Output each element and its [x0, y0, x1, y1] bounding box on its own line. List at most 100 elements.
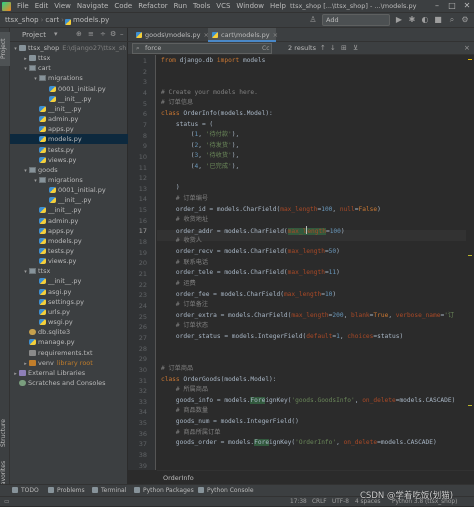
tree-item[interactable]: ▸ ttsx — [10, 53, 128, 63]
locate-icon[interactable]: ⊕ — [76, 30, 82, 38]
tree-item[interactable]: __init__.py — [10, 195, 128, 205]
menu-file[interactable]: File — [14, 0, 32, 13]
tree-item[interactable]: ▾ cart — [10, 63, 128, 73]
tree-item[interactable]: settings.py — [10, 297, 128, 307]
line-number: 6 — [142, 110, 147, 119]
error-stripe-mark[interactable] — [468, 405, 472, 406]
todo-icon — [12, 487, 18, 493]
menu-navigate[interactable]: Navigate — [74, 0, 111, 13]
project-view-selector[interactable]: Project — [10, 31, 46, 39]
line-number: 16 — [138, 216, 147, 225]
tree-item[interactable]: wsgi.py — [10, 317, 128, 327]
filter-icon[interactable]: ⊻ — [353, 42, 358, 55]
regex-icon[interactable]: Cc — [262, 42, 270, 55]
tree-item-label: ttsx_shop — [28, 44, 60, 52]
user-icon[interactable]: ♙ — [308, 15, 318, 25]
tree-item[interactable]: Scratches and Consoles — [10, 378, 128, 388]
gear-icon[interactable]: ⚙ — [110, 30, 116, 38]
tree-item[interactable]: requirements.txt — [10, 348, 128, 358]
previous-occurrence-icon[interactable]: ↑ — [320, 42, 326, 55]
tree-item[interactable]: admin.py — [10, 114, 128, 124]
menu-view[interactable]: View — [51, 0, 74, 13]
line-number: 25 — [138, 312, 147, 321]
minimize-icon[interactable]: – — [430, 0, 444, 13]
tree-item[interactable]: tests.py — [10, 145, 128, 155]
code-breadcrumb[interactable]: OrderInfo — [163, 471, 194, 485]
tree-item[interactable]: db.sqlite3 — [10, 327, 128, 337]
menu-edit[interactable]: Edit — [32, 0, 52, 13]
tree-item[interactable]: __init__.py — [10, 276, 128, 286]
close-find-icon[interactable]: × — [464, 42, 470, 55]
chevron-down-icon[interactable]: ▾ — [54, 30, 58, 38]
tree-item[interactable]: __init__.py — [10, 104, 128, 114]
tab-cart-models[interactable]: cart\models.py × — [208, 28, 278, 42]
nav-crumb-project[interactable]: ttsx_shop — [3, 16, 41, 24]
tool-tab-project[interactable]: Project — [0, 32, 10, 66]
tree-item[interactable]: admin.py — [10, 216, 128, 226]
run-icon[interactable]: ▶ — [394, 15, 404, 25]
tree-item[interactable]: 0001_initial.py — [10, 84, 128, 94]
debug-icon[interactable]: ✱ — [407, 15, 417, 25]
tree-item[interactable]: 0001_initial.py — [10, 185, 128, 195]
editor-scrollbar[interactable] — [466, 55, 474, 470]
tree-item[interactable]: views.py — [10, 155, 128, 165]
tree-item-label: models.py — [48, 135, 82, 144]
line-number: 7 — [142, 120, 147, 129]
menu-code[interactable]: Code — [111, 0, 135, 13]
tree-item[interactable]: asgi.py — [10, 287, 128, 297]
tree-item[interactable]: ▾ goods — [10, 165, 128, 175]
settings-icon[interactable]: ⚙ — [460, 15, 470, 25]
nav-crumb-cart[interactable]: cart — [43, 16, 61, 24]
add-configuration-button[interactable]: Add Configuration... — [322, 14, 390, 35]
tree-item[interactable]: manage.py — [10, 337, 128, 347]
menu-help[interactable]: Help — [267, 0, 289, 13]
maximize-icon[interactable]: □ — [445, 0, 459, 13]
find-input[interactable]: ⌕ force — [132, 43, 272, 54]
nav-crumb-file-label: models.py — [72, 16, 110, 24]
code-editor[interactable]: from django.db import models # Create yo… — [157, 55, 474, 470]
project-panel: Project ▾ ⊕ ≡ ÷ ⚙ – ▾ ttsx_shop E:\django2… — [10, 28, 128, 485]
tree-item[interactable]: ▾ migrations — [10, 73, 128, 83]
menu-vcs[interactable]: VCS — [213, 0, 233, 13]
error-stripe-mark[interactable] — [468, 255, 472, 256]
tree-item[interactable]: urls.py — [10, 307, 128, 317]
nav-crumb-file[interactable]: models.py — [64, 16, 111, 25]
tree-item[interactable]: __init__.py — [10, 205, 128, 215]
tree-item[interactable]: tests.py — [10, 246, 128, 256]
tree-item[interactable]: apps.py — [10, 124, 128, 134]
tree-item[interactable]: __init__.py — [10, 94, 128, 104]
menu-window[interactable]: Window — [233, 0, 267, 13]
collapse-icon[interactable]: ≡ — [88, 30, 94, 38]
line-number: 3 — [142, 78, 147, 87]
stop-icon[interactable]: ■ — [433, 15, 443, 25]
select-all-icon[interactable]: ⊞ — [341, 42, 347, 55]
py-icon — [49, 187, 56, 194]
tree-item[interactable]: ▾ ttsx — [10, 266, 128, 276]
tool-tab-structure[interactable]: Structure — [0, 413, 10, 453]
close-tab-icon[interactable]: × — [273, 31, 278, 39]
tab-label: goods\models.py — [145, 31, 201, 39]
close-icon[interactable]: ✕ — [460, 0, 474, 13]
line-number: 32 — [138, 387, 147, 396]
line-number: 11 — [138, 163, 147, 172]
tree-item[interactable]: apps.py — [10, 226, 128, 236]
menu-run[interactable]: Run — [171, 0, 190, 13]
code-line: # 收货地址 — [175, 216, 209, 223]
tree-item[interactable]: ▾ ttsx_shop E:\django27\ttsx_sh — [10, 43, 128, 53]
search-everywhere-icon[interactable]: ⌕ — [447, 15, 457, 25]
hide-icon[interactable]: – — [120, 30, 124, 38]
expand-icon[interactable]: ÷ — [100, 30, 106, 38]
menu-refactor[interactable]: Refactor — [135, 0, 170, 13]
tree-item[interactable]: ▸ External Libraries — [10, 368, 128, 378]
tree-item-label: migrations — [48, 74, 83, 83]
menu-tools[interactable]: Tools — [190, 0, 213, 13]
line-number: 1 — [142, 57, 147, 65]
next-occurrence-icon[interactable]: ↓ — [330, 42, 336, 55]
tree-item[interactable]: ▸ venv library root — [10, 358, 128, 368]
tree-item[interactable]: models.py — [10, 134, 128, 145]
tab-goods-models[interactable]: goods\models.py × — [132, 28, 209, 42]
tree-item[interactable]: models.py — [10, 236, 128, 246]
tree-item[interactable]: ▾ migrations — [10, 175, 128, 185]
tree-item[interactable]: views.py — [10, 256, 128, 266]
coverage-icon[interactable]: ◐ — [420, 15, 430, 25]
